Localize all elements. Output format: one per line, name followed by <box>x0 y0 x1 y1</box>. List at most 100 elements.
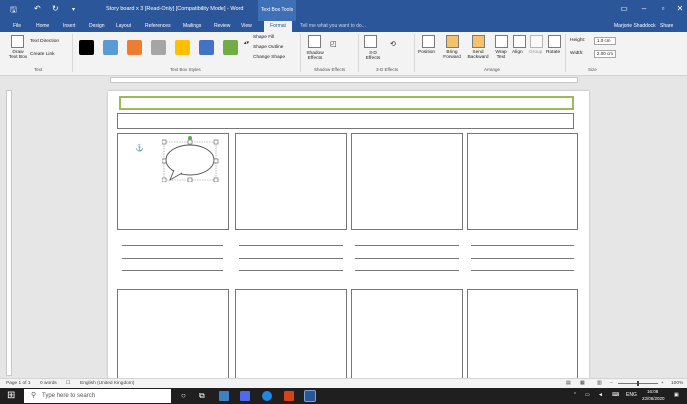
shadow-nudge-icon[interactable]: ◰ <box>330 40 337 48</box>
storyboard-frame-2[interactable] <box>235 133 347 230</box>
style-swatch-black[interactable] <box>79 40 94 55</box>
read-mode-icon[interactable]: ▤ <box>566 381 571 386</box>
group-icon[interactable] <box>530 35 543 48</box>
zoom-level[interactable]: 100% <box>671 381 683 386</box>
shadow-effects-icon[interactable] <box>308 35 321 48</box>
zoom-out-button[interactable]: – <box>610 381 613 386</box>
tab-design[interactable]: Design <box>89 23 105 29</box>
network-icon[interactable]: ▭ <box>585 392 590 398</box>
tab-format[interactable]: Format <box>264 21 292 32</box>
powerpoint-icon[interactable] <box>284 391 294 401</box>
subtitle-text-box[interactable] <box>117 113 574 129</box>
cortana-icon[interactable]: ○ <box>181 391 186 400</box>
shape-fill-button[interactable]: Shape Fill <box>253 35 274 40</box>
document-page[interactable]: ⚓ <box>108 91 589 384</box>
style-swatch-dark-blue[interactable] <box>199 40 214 55</box>
rotate-icon[interactable] <box>548 35 561 48</box>
tab-home[interactable]: Home <box>36 23 49 29</box>
caption-line[interactable] <box>122 270 223 271</box>
zoom-in-button[interactable]: + <box>661 381 664 386</box>
edge-icon[interactable] <box>262 391 272 401</box>
clock-time[interactable]: 16:08 <box>647 389 658 394</box>
rotate-button[interactable]: Rotate <box>546 50 560 55</box>
caption-line[interactable] <box>355 270 459 271</box>
tell-me-search[interactable]: Tell me what you want to do... <box>300 23 366 29</box>
redo-icon[interactable]: ↻ <box>52 4 59 13</box>
volume-icon[interactable]: ◄ <box>598 392 603 398</box>
send-backward-button[interactable]: Send Backward <box>465 50 491 60</box>
windows-start-icon[interactable]: ⊞ <box>7 390 15 401</box>
language-indicator-tray[interactable]: ENG <box>626 392 637 398</box>
bring-forward-icon[interactable] <box>446 35 459 48</box>
user-name[interactable]: Marjorie Shaddock <box>614 23 656 29</box>
style-swatch-blue[interactable] <box>103 40 118 55</box>
shadow-effects-button[interactable]: Shadow Effects <box>304 51 326 61</box>
style-swatch-green[interactable] <box>223 40 238 55</box>
wrap-text-button[interactable]: Wrap Text <box>492 50 510 60</box>
style-swatch-gold[interactable] <box>175 40 190 55</box>
caption-line[interactable] <box>239 270 343 271</box>
change-shape-button[interactable]: Change Shape <box>253 55 285 60</box>
draw-text-box-icon[interactable] <box>11 35 24 48</box>
caption-line[interactable] <box>239 258 343 259</box>
style-swatch-orange[interactable] <box>127 40 142 55</box>
notifications-icon[interactable]: ▣ <box>674 392 679 398</box>
3d-effects-button[interactable]: 3-D Effects <box>362 51 384 61</box>
close-button[interactable]: ✕ <box>672 3 687 15</box>
storyboard-frame-7[interactable] <box>351 289 463 384</box>
word-icon[interactable] <box>304 390 316 402</box>
position-icon[interactable] <box>422 35 435 48</box>
speech-bubble-shape[interactable] <box>162 136 220 182</box>
title-text-box[interactable] <box>119 96 574 110</box>
vertical-ruler[interactable] <box>6 90 12 376</box>
tray-up-arrow-icon[interactable]: ⌃ <box>573 392 577 398</box>
caption-line[interactable] <box>355 245 459 246</box>
save-icon[interactable]: 🖫 <box>10 4 17 18</box>
ribbon-display-options-icon[interactable]: ▭ <box>616 3 632 15</box>
align-icon[interactable] <box>513 35 526 48</box>
zoom-slider-thumb[interactable] <box>637 381 639 386</box>
web-layout-icon[interactable]: ▥ <box>597 381 602 386</box>
draw-text-box-button[interactable]: Draw Text Box <box>8 50 28 60</box>
shape-outline-button[interactable]: Shape Outline <box>253 45 283 50</box>
keyboard-icon[interactable]: ⌨ <box>612 392 619 398</box>
caption-line[interactable] <box>471 245 574 246</box>
task-view-icon[interactable]: ⧉ <box>199 391 205 401</box>
storyboard-frame-1[interactable]: ⚓ <box>117 133 229 230</box>
style-swatch-gray[interactable] <box>151 40 166 55</box>
group-button[interactable]: Group <box>529 50 542 55</box>
3d-tilt-icon[interactable]: ⟲ <box>390 40 396 48</box>
taskbar-search-input[interactable]: Type here to search <box>24 389 171 403</box>
caption-line[interactable] <box>122 245 223 246</box>
share-button[interactable]: Share <box>660 23 673 29</box>
tab-view[interactable]: View <box>241 23 252 29</box>
caption-line[interactable] <box>471 258 574 259</box>
bring-forward-button[interactable]: Bring Forward <box>441 50 463 60</box>
app-icon-1[interactable] <box>219 391 229 401</box>
restore-button[interactable]: ▫ <box>655 3 671 15</box>
send-backward-icon[interactable] <box>472 35 485 48</box>
customize-quick-access-icon[interactable]: ▾ <box>72 6 75 13</box>
height-input[interactable]: 1.0 cm <box>594 37 616 45</box>
3d-effects-icon[interactable] <box>364 35 377 48</box>
caption-line[interactable] <box>355 258 459 259</box>
horizontal-ruler[interactable] <box>0 76 687 84</box>
page-count[interactable]: Page 1 of 1 <box>6 381 31 386</box>
word-count[interactable]: 0 words <box>40 381 57 386</box>
tab-file[interactable]: File <box>13 23 21 29</box>
tab-layout[interactable]: Layout <box>116 23 131 29</box>
storyboard-frame-4[interactable] <box>467 133 578 230</box>
position-button[interactable]: Position <box>418 50 435 55</box>
styles-gallery-scroll-icon[interactable]: ▴▾ <box>244 40 249 46</box>
storyboard-frame-3[interactable] <box>351 133 463 230</box>
caption-line[interactable] <box>239 245 343 246</box>
clock-date[interactable]: 22/06/2020 <box>642 396 665 401</box>
text-direction-button[interactable]: Text Direction <box>30 39 59 44</box>
storyboard-frame-5[interactable] <box>117 289 229 384</box>
create-link-button[interactable]: Create Link <box>30 52 55 57</box>
storyboard-frame-6[interactable] <box>235 289 347 384</box>
language-indicator[interactable]: English (United Kingdom) <box>80 381 134 386</box>
outlook-icon[interactable] <box>240 391 250 401</box>
tab-references[interactable]: References <box>145 23 171 29</box>
storyboard-frame-8[interactable] <box>467 289 578 384</box>
